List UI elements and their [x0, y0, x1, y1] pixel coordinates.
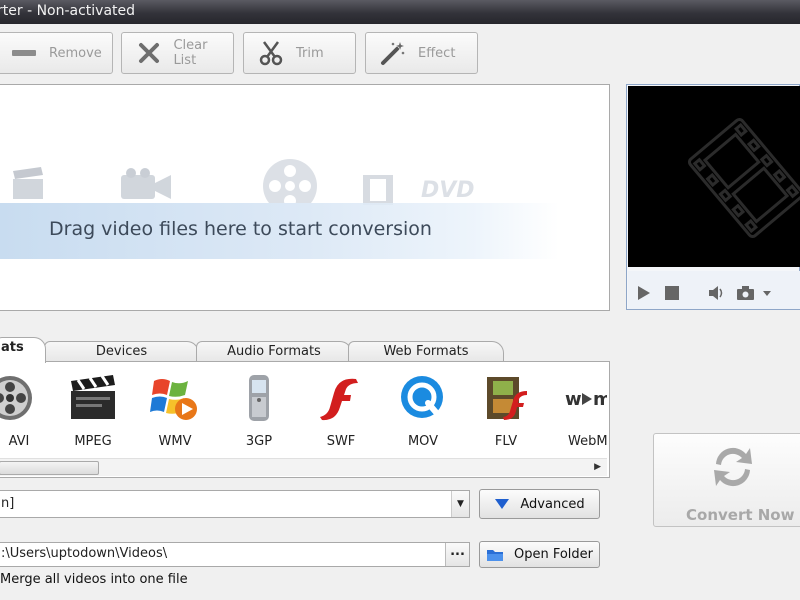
- output-folder-input[interactable]: :\Users\uptodown\Videos\ ...: [0, 542, 470, 567]
- preview-screen: [628, 86, 800, 267]
- advanced-label: Advanced: [520, 496, 585, 512]
- webm-icon: wm: [555, 372, 607, 424]
- scrollbar-thumb[interactable]: [0, 461, 99, 475]
- format-panel: AVI MPEG WMV 3GP SWF MOV FLV w m WebM ▶: [0, 361, 610, 478]
- snapshot-camera-icon[interactable]: [736, 285, 756, 301]
- trim-button[interactable]: Trim: [243, 32, 356, 74]
- profile-select[interactable]: n] ▼: [0, 490, 470, 518]
- mobile-phone-icon: [233, 372, 285, 424]
- volume-icon[interactable]: [708, 285, 724, 301]
- drop-decoration: DVD: [0, 145, 609, 213]
- clapperboard-icon: [67, 372, 119, 424]
- format-scrollbar[interactable]: ▶: [0, 458, 607, 476]
- refresh-arrows-icon: [714, 447, 752, 487]
- player-controls: [628, 271, 800, 309]
- svg-text:w: w: [565, 389, 582, 410]
- magic-wand-icon: [380, 40, 406, 66]
- open-folder-button[interactable]: Open Folder: [479, 541, 600, 568]
- tab-devices[interactable]: Devices: [44, 341, 199, 363]
- format-3gp[interactable]: 3GP: [224, 372, 294, 450]
- format-tabs: ats Devices Audio Formats Web Formats: [0, 337, 610, 363]
- convert-now-button[interactable]: Convert Now: [653, 433, 800, 527]
- flash-video-icon: [480, 372, 532, 424]
- clapperboard-icon: [13, 167, 43, 199]
- format-label: WMV: [158, 434, 192, 449]
- format-webm[interactable]: wm WebM: [555, 372, 611, 450]
- format-label: AVI: [8, 434, 30, 449]
- format-swf[interactable]: SWF: [306, 372, 376, 450]
- chevron-down-icon[interactable]: [762, 285, 772, 301]
- remove-button[interactable]: Remove: [0, 32, 113, 74]
- format-mov[interactable]: MOV: [388, 372, 458, 450]
- format-label: WebM: [568, 434, 608, 449]
- folder-icon: [486, 550, 503, 561]
- quicktime-icon: [397, 372, 449, 424]
- merge-videos-checkbox[interactable]: Merge all videos into one file: [0, 572, 188, 587]
- format-mpeg[interactable]: MPEG: [58, 372, 128, 450]
- effect-button[interactable]: Effect: [365, 32, 478, 74]
- video-camera-icon: [121, 168, 171, 199]
- stop-icon[interactable]: [664, 285, 680, 301]
- svg-text:DVD: DVD: [421, 178, 475, 203]
- file-drop-area[interactable]: DVD Drag video files here to start conve…: [0, 84, 610, 311]
- format-label: 3GP: [245, 434, 273, 449]
- windows-logo-icon: [149, 372, 201, 424]
- chevron-down-icon[interactable]: ▼: [451, 491, 469, 517]
- tab-web-formats[interactable]: Web Formats: [348, 341, 504, 363]
- format-label: SWF: [326, 434, 356, 449]
- effect-label: Effect: [418, 45, 456, 61]
- title-bar: rter - Non-activated: [0, 0, 800, 24]
- tab-audio-formats[interactable]: Audio Formats: [196, 341, 352, 363]
- browse-button[interactable]: ...: [445, 543, 469, 566]
- flash-icon: [315, 372, 367, 424]
- preview-player: [626, 84, 800, 310]
- window-title: rter - Non-activated: [0, 3, 136, 19]
- clear-list-label: Clear List: [173, 38, 208, 68]
- merge-label: Merge all videos into one file: [0, 572, 188, 587]
- minus-icon: [11, 40, 37, 66]
- profile-value: n]: [1, 496, 15, 511]
- film-strip-icon: [687, 117, 800, 239]
- film-strip-icon: [363, 175, 393, 205]
- film-reel-icon: [0, 372, 36, 424]
- scissors-icon: [258, 40, 284, 66]
- format-label: FLV: [494, 434, 518, 449]
- trim-label: Trim: [296, 45, 324, 61]
- open-folder-label: Open Folder: [513, 547, 594, 562]
- x-icon: [136, 40, 161, 66]
- play-icon[interactable]: [636, 285, 652, 301]
- format-label: MOV: [407, 434, 439, 449]
- format-flv[interactable]: FLV: [471, 372, 541, 450]
- advanced-button[interactable]: Advanced: [479, 489, 600, 519]
- triangle-down-icon: [495, 499, 510, 509]
- svg-text:m: m: [593, 389, 607, 410]
- format-label: MPEG: [74, 434, 112, 449]
- clear-list-button[interactable]: Clear List: [121, 32, 234, 74]
- remove-label: Remove: [49, 45, 102, 61]
- scroll-right-icon[interactable]: ▶: [594, 462, 601, 472]
- drop-hint-text: Drag video files here to start conversio…: [49, 218, 432, 240]
- format-wmv[interactable]: WMV: [140, 372, 210, 450]
- convert-now-label: Convert Now: [686, 506, 795, 524]
- tab-video-formats[interactable]: ats: [0, 337, 46, 363]
- format-avi[interactable]: AVI: [0, 372, 45, 450]
- output-path: :\Users\uptodown\Videos\: [1, 546, 168, 561]
